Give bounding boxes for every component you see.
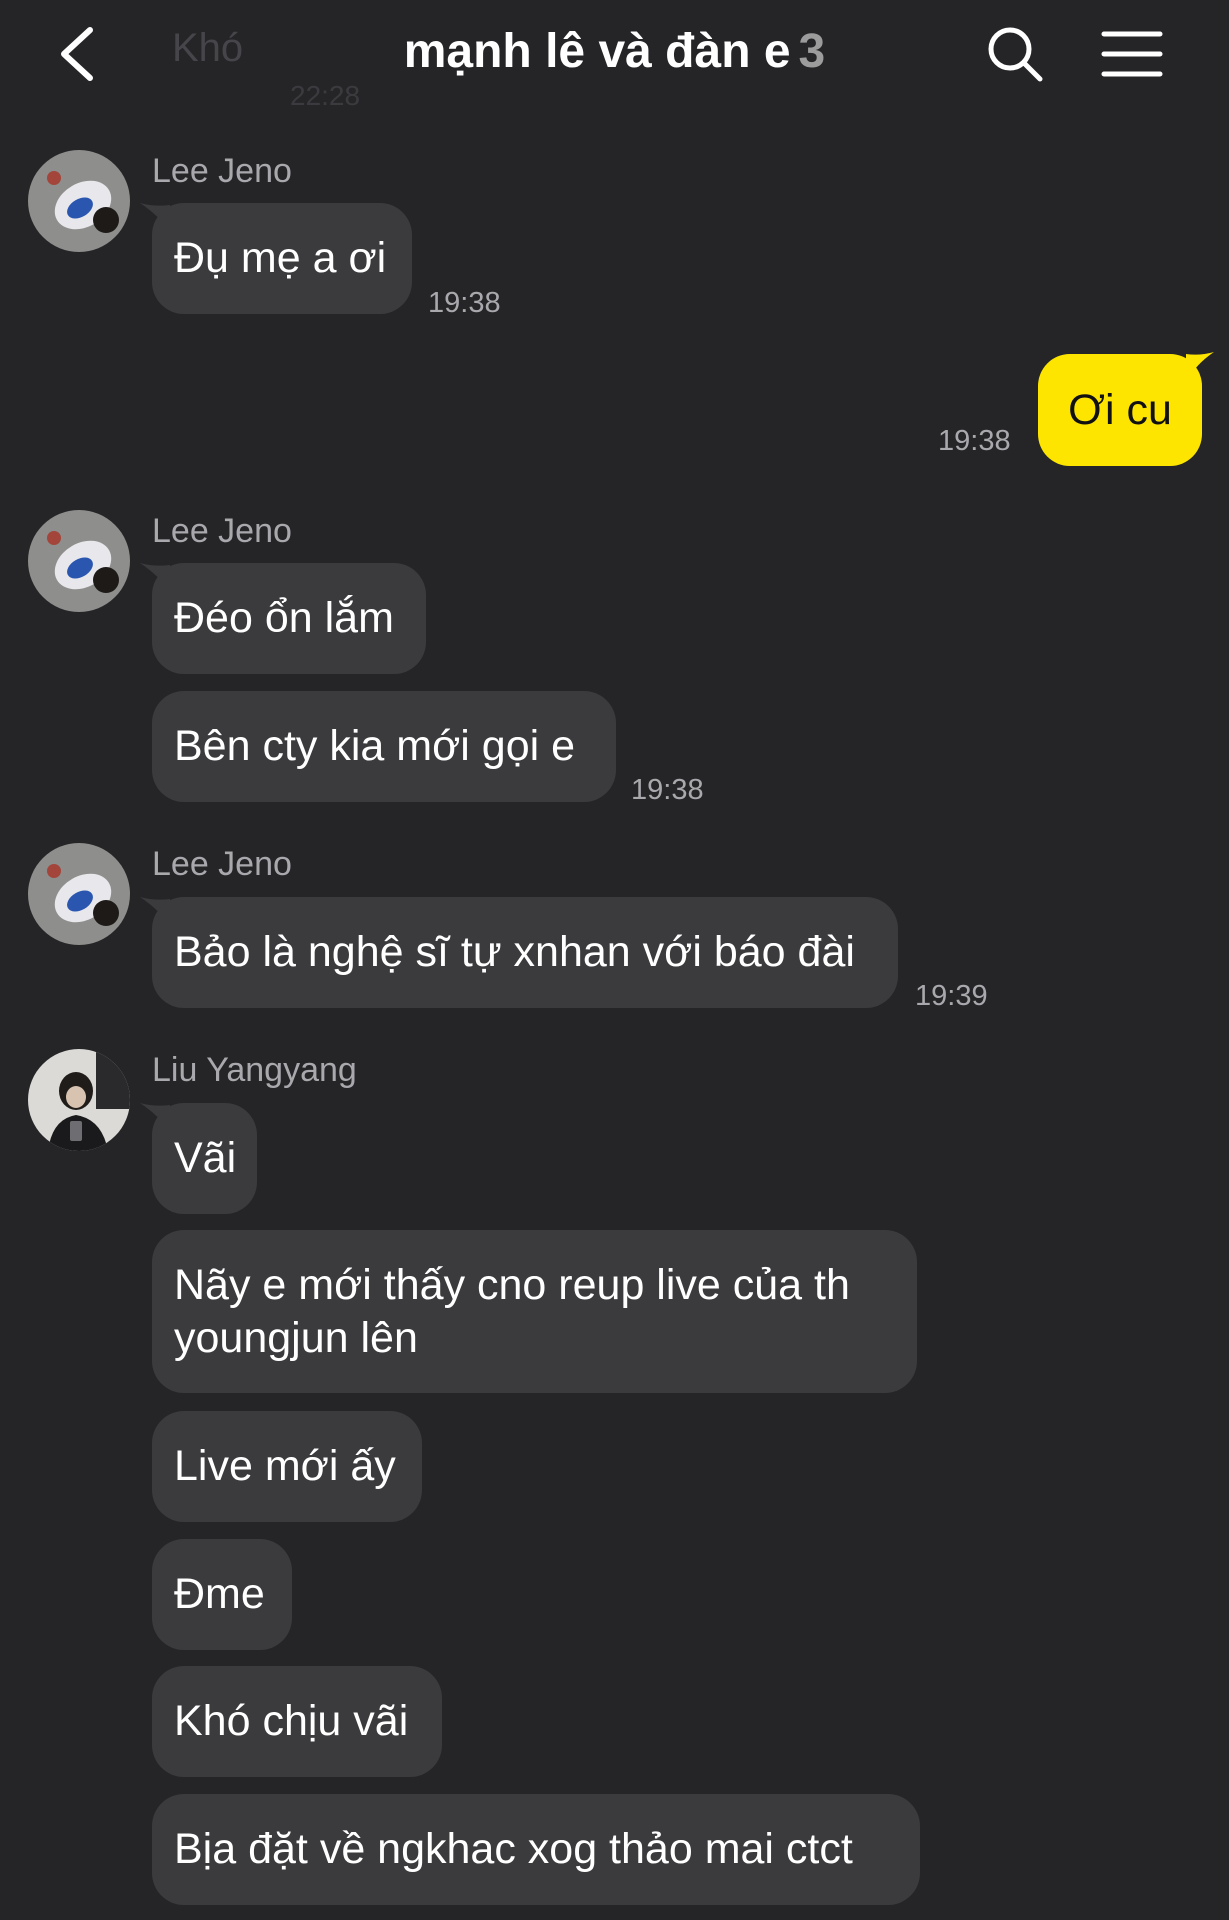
avatar-photo (28, 843, 130, 945)
message-bubble[interactable]: Bên cty kia mới gọi e (152, 691, 616, 802)
chat-title: mạnh lê và đàn e3 (260, 24, 969, 79)
message-bubble[interactable]: Đme (152, 1539, 292, 1650)
message-text: Đme (174, 1570, 265, 1618)
avatar-photo (28, 510, 130, 612)
avatar-lee-jeno[interactable] (28, 510, 130, 612)
scrolled-message-text: Khó (172, 26, 244, 70)
message-text: Nãy e mới thấy cno reup live của th youn… (174, 1260, 850, 1362)
sender-name: Lee Jeno (152, 512, 292, 550)
search-icon (988, 27, 1043, 82)
message-bubble[interactable]: Bảo là nghệ sĩ tự xnhan với báo đài (152, 897, 898, 1008)
my-message-bubble[interactable]: Ơi cu (1038, 354, 1202, 466)
message-text: Ơi cu (1068, 385, 1172, 434)
chevron-left-icon (61, 27, 93, 81)
avatar-photo (28, 1049, 130, 1151)
message-bubble[interactable]: Bịa đặt về ngkhac xog thảo mai ctct (152, 1794, 920, 1905)
message-text: Bịa đặt về ngkhac xog thảo mai ctct (174, 1825, 853, 1873)
message-time: 19:38 (428, 287, 501, 319)
message-time: 19:39 (915, 980, 988, 1012)
search-button[interactable] (985, 24, 1045, 84)
sender-name: Lee Jeno (152, 845, 292, 883)
chat-header: Khó 22:28 mạnh lê và đàn e3 (0, 0, 1229, 112)
message-bubble[interactable]: Vãi (152, 1103, 257, 1214)
message-bubble[interactable]: Live mới ấy (152, 1411, 422, 1522)
message-text: Bên cty kia mới gọi e (174, 722, 576, 770)
menu-button[interactable] (1100, 28, 1164, 80)
message-text: Bảo là nghệ sĩ tự xnhan với báo đài (174, 928, 855, 976)
message-bubble[interactable]: Đụ mẹ a ơi (152, 203, 412, 314)
avatar-lee-jeno[interactable] (28, 843, 130, 945)
hamburger-menu-icon (1101, 31, 1163, 77)
message-text: Đụ mẹ a ơi (174, 234, 387, 282)
sender-name: Lee Jeno (152, 152, 292, 190)
message-text: Khó chịu vãi (174, 1697, 409, 1745)
message-time: 19:38 (938, 425, 1011, 457)
message-time: 19:38 (631, 774, 704, 806)
message-text: Vãi (174, 1134, 237, 1182)
scrolled-message-time: 22:28 (290, 80, 361, 111)
message-bubble[interactable]: Nãy e mới thấy cno reup live của th youn… (152, 1230, 917, 1393)
avatar-lee-jeno[interactable] (28, 150, 130, 252)
message-text: Đéo ổn lắm (174, 594, 394, 642)
chat-title-name: mạnh lê và đàn e (403, 25, 791, 78)
member-count: 3 (798, 25, 826, 78)
message-bubble[interactable]: Khó chịu vãi (152, 1666, 442, 1777)
message-bubble[interactable]: Đéo ổn lắm (152, 563, 426, 674)
avatar-photo (28, 150, 130, 252)
message-text: Live mới ấy (174, 1442, 396, 1490)
avatar-liu-yangyang[interactable] (28, 1049, 130, 1151)
back-button[interactable] (50, 22, 110, 86)
sender-name: Liu Yangyang (152, 1051, 357, 1089)
